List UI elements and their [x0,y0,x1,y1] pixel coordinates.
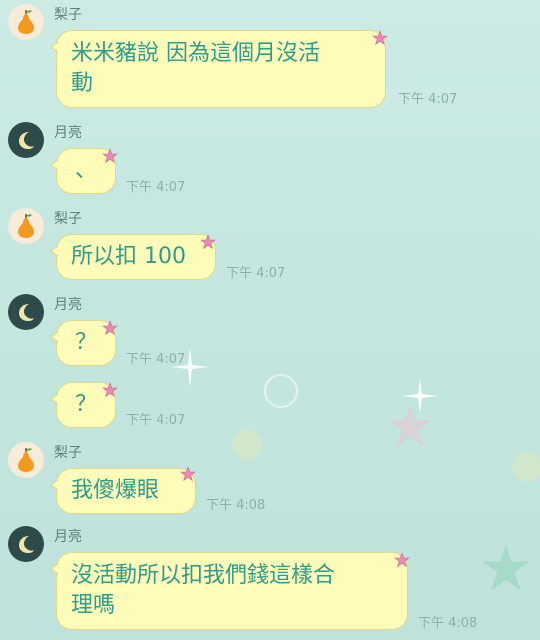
sender-name: 梨子 [54,211,82,227]
message-text: 、 [74,158,97,183]
background-starfish-icon [388,404,432,447]
chat-view[interactable]: 梨子 米米豬說 因為這個月沒活 動 下午 4:07 月亮 、 下午 4:07 梨… [0,0,540,640]
message-bubble[interactable]: 米米豬說 因為這個月沒活 動 [50,30,386,108]
message-bubble[interactable]: 我傻爆眼 [50,468,196,514]
sender-name: 月亮 [54,529,82,545]
pink-star-icon [102,320,118,336]
background-starfish-icon [482,544,530,591]
pear-icon [18,448,34,472]
message-text: 米米豬說 因為這個月沒活 動 [71,41,320,96]
pink-star-icon [200,234,216,250]
pink-star-icon [180,466,196,482]
background-bubble [512,452,540,482]
moon-avatar[interactable] [8,122,44,158]
sender-name: 月亮 [54,297,82,313]
background-sparkle-icon [402,378,438,414]
message-timestamp: 下午 4:07 [126,413,186,428]
moon-icon [19,304,34,321]
message-text: ？ [74,330,97,355]
message-timestamp: 下午 4:08 [418,616,478,631]
background-bubble [232,430,262,460]
pink-star-icon [102,148,118,164]
sender-name: 梨子 [54,7,82,23]
pear-icon [18,214,34,238]
message-timestamp: 下午 4:07 [126,352,186,367]
moon-avatar[interactable] [8,526,44,562]
message-timestamp: 下午 4:07 [226,266,286,281]
message-text: 所以扣 100 [71,244,186,269]
message-bubble[interactable]: 沒活動所以扣我們錢這樣合 理嗎 [50,552,408,630]
pink-star-icon [102,382,118,398]
message-text: 沒活動所以扣我們錢這樣合 理嗎 [71,563,336,618]
pink-star-icon [394,552,410,568]
pear-avatar[interactable] [8,208,44,244]
moon-icon [19,132,34,149]
pink-star-icon [372,30,388,46]
background-bubble [264,374,298,408]
pear-avatar[interactable] [8,442,44,478]
sender-name: 月亮 [54,125,82,141]
message-text: ？ [74,392,97,417]
message-text: 我傻爆眼 [71,478,160,503]
message-timestamp: 下午 4:07 [126,180,186,195]
sender-name: 梨子 [54,445,82,461]
moon-icon [19,536,34,553]
message-timestamp: 下午 4:07 [398,92,458,107]
moon-avatar[interactable] [8,294,44,330]
pear-avatar[interactable] [8,4,44,40]
message-bubble[interactable]: 所以扣 100 [50,234,216,280]
message-timestamp: 下午 4:08 [206,498,266,513]
pear-icon [18,10,34,34]
